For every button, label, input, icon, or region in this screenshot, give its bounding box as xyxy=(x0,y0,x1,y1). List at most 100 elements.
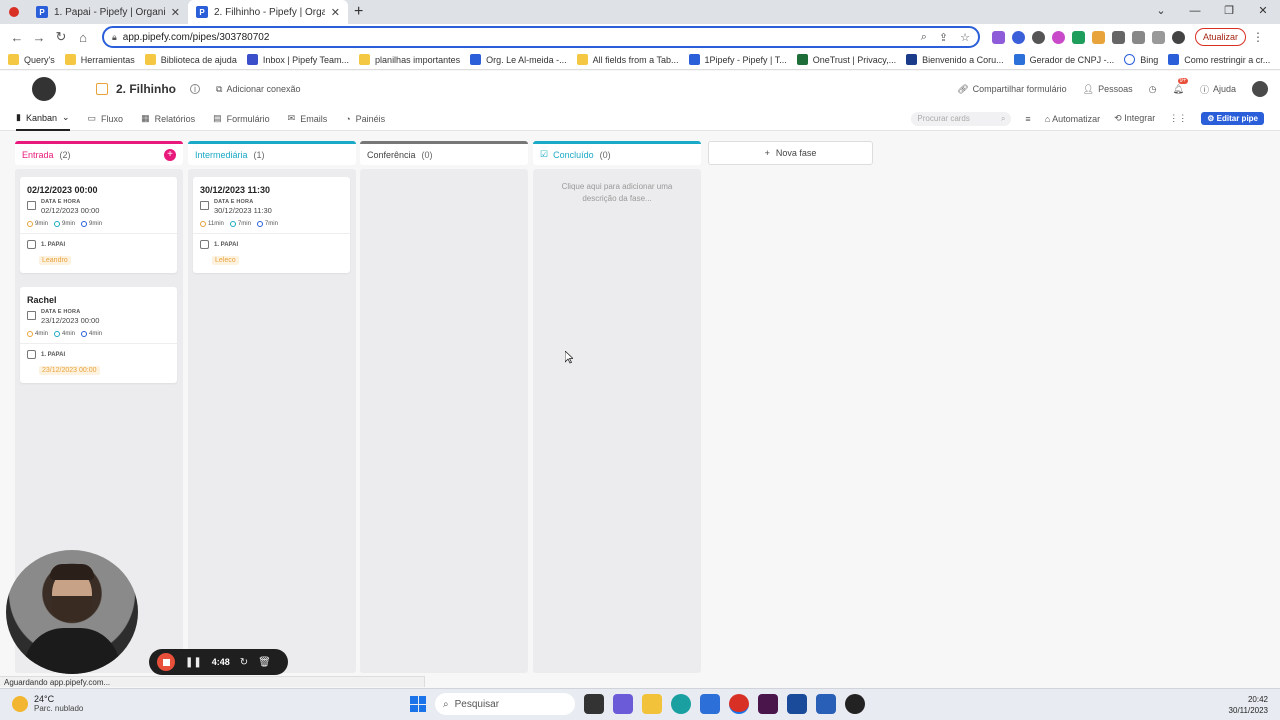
close-tab-icon[interactable]: ✕ xyxy=(331,6,340,19)
card[interactable]: 30/12/2023 11:30 DATA E HORA 30/12/2023 1… xyxy=(193,177,350,273)
shield-app-icon[interactable] xyxy=(787,694,807,714)
chrome-icon[interactable] xyxy=(729,694,749,714)
tab-form[interactable]: ▤ Formulário xyxy=(213,107,270,131)
integrate-button[interactable]: ⟲ Integrar xyxy=(1114,113,1155,124)
add-card-button[interactable]: + xyxy=(164,148,176,161)
weather-widget[interactable]: 24°C Parc. nublado xyxy=(12,694,83,713)
browser-menu-icon[interactable]: ⋮ xyxy=(1252,30,1264,44)
bookmark-item[interactable]: 1Pipefy - Pipefy | T... xyxy=(688,54,787,65)
maximize-button[interactable]: ❐ xyxy=(1212,0,1246,24)
delete-recording-button[interactable]: 🗑︎ xyxy=(258,657,271,668)
update-browser-button[interactable]: Atualizar xyxy=(1195,28,1247,46)
new-tab-button[interactable]: + xyxy=(354,3,363,21)
task-view-icon[interactable] xyxy=(584,694,604,714)
bookmark-item[interactable]: Biblioteca de ajuda xyxy=(144,54,237,65)
bookmark-item[interactable]: Inbox | Pipefy Team... xyxy=(246,54,349,65)
user-avatar[interactable] xyxy=(1252,81,1268,97)
card[interactable]: 02/12/2023 00:00 DATA E HORA 02/12/2023 0… xyxy=(20,177,177,273)
bookmark-item[interactable]: Como restringir a cr... xyxy=(1168,54,1270,65)
pipefy-favicon-icon xyxy=(1168,54,1180,65)
tab-dashboards[interactable]: ◔ Painéis xyxy=(345,107,385,131)
tab-kanban[interactable]: ▮ Kanban ⌄ xyxy=(16,107,70,131)
phase-header[interactable]: Intermediária (1) xyxy=(188,141,356,165)
card[interactable]: Rachel DATA E HORA 23/12/2023 00:00 4min … xyxy=(20,287,177,383)
microsoft-store-icon[interactable] xyxy=(700,694,720,714)
pipe-title[interactable]: 2. Filhinho xyxy=(116,82,176,96)
edit-pipe-button[interactable]: ⚙ Editar pipe xyxy=(1201,112,1264,125)
bookmark-item[interactable]: OneTrust | Privacy,... xyxy=(796,54,896,65)
share-icon[interactable]: ⇪ xyxy=(939,31,948,44)
profile-avatar[interactable] xyxy=(1172,30,1185,44)
connected-card-tag[interactable]: Leleco xyxy=(212,256,239,265)
media-controls-icon[interactable] xyxy=(1132,30,1145,44)
share-form-button[interactable]: 🔗︎ Compartilhar formulário xyxy=(957,84,1066,95)
bookmark-item[interactable]: planilhas importantes xyxy=(359,54,460,65)
connected-card-tag[interactable]: 23/12/2023 00:00 xyxy=(39,366,100,375)
bookmark-item[interactable]: Herramientas xyxy=(64,54,135,65)
connected-card-tag[interactable]: Leandro xyxy=(39,256,71,265)
connection-field: 1. PAPAI xyxy=(20,234,177,251)
people-button[interactable]: 👤︎ Pessoas xyxy=(1083,84,1133,95)
edge-browser-icon[interactable] xyxy=(671,694,691,714)
add-connection-button[interactable]: ⧉ Adicionar conexão xyxy=(216,84,301,95)
restart-button[interactable]: ↻ xyxy=(240,657,248,668)
notes-app-icon[interactable] xyxy=(816,694,836,714)
back-button[interactable]: ← xyxy=(6,30,28,45)
phase-header[interactable]: Conferência (0) xyxy=(360,141,528,165)
windows-start-icon[interactable] xyxy=(410,696,426,712)
notifications-button[interactable]: 🔔︎ 9+ xyxy=(1173,77,1189,95)
extension-lock-icon[interactable] xyxy=(1092,30,1105,44)
apps-grid-icon[interactable]: ⋮⋮ xyxy=(1169,113,1187,124)
extension-sheet-icon[interactable] xyxy=(1072,30,1085,44)
stop-recording-button[interactable] xyxy=(157,653,175,671)
extensions-puzzle-icon[interactable] xyxy=(1112,30,1125,44)
phase-description-placeholder[interactable]: Clique aqui para adicionar uma descrição… xyxy=(533,181,701,205)
field-value: 30/12/2023 11:30 xyxy=(214,206,272,215)
new-phase-button[interactable]: + Nova fase xyxy=(708,141,873,165)
file-explorer-icon[interactable] xyxy=(642,694,662,714)
url-field[interactable]: 🔒︎ app.pipefy.com/pipes/303780702 ⌕ ⇪ ☆ xyxy=(102,26,980,48)
taskbar-search[interactable]: ⌕ Pesquisar xyxy=(435,693,575,715)
media-player-icon[interactable] xyxy=(845,694,865,714)
extension-timer-icon[interactable] xyxy=(1032,30,1045,44)
bookmark-item[interactable]: Gerador de CNPJ -... xyxy=(1013,54,1114,65)
close-window-button[interactable]: ✕ xyxy=(1246,0,1280,24)
pipefy-logo[interactable] xyxy=(32,77,56,101)
tab-reports[interactable]: ▦ Relatórios xyxy=(141,107,195,131)
bookmark-item[interactable]: Query's xyxy=(8,54,55,65)
phase-header[interactable]: ☑ Concluído (0) xyxy=(533,141,701,165)
phase-header[interactable]: Entrada (2) + xyxy=(15,141,183,165)
zoom-search-icon[interactable]: ⌕ xyxy=(921,31,927,44)
help-button[interactable]: ⓘ Ajuda xyxy=(1200,83,1236,96)
bookmark-item[interactable]: Bienvenido a Coru... xyxy=(906,54,1004,65)
teams-chat-icon[interactable] xyxy=(613,694,633,714)
automate-button[interactable]: ⌂ Automatizar xyxy=(1045,114,1100,124)
bookmark-item[interactable]: Bing xyxy=(1124,54,1158,65)
reload-button[interactable]: ↻ xyxy=(50,29,72,45)
bookmark-item[interactable]: All fields from a Tab... xyxy=(576,54,679,65)
browser-tab-1[interactable]: P 1. Papai - Pipefy | Organizar os p ✕ xyxy=(28,0,188,24)
bookmark-item[interactable]: Org. Le Al-meida -... xyxy=(470,54,567,65)
search-cards-input[interactable]: Procurar cards ⌕ xyxy=(911,111,1012,126)
info-icon[interactable]: i xyxy=(190,84,200,94)
forward-button[interactable]: → xyxy=(28,30,50,45)
minimize-button[interactable]: — xyxy=(1178,0,1212,24)
tab-flow[interactable]: ▭ Fluxo xyxy=(88,107,124,131)
browser-tab-2[interactable]: P 2. Filhinho - Pipefy | Organizar o ✕ xyxy=(188,0,348,24)
extension-pen-icon[interactable] xyxy=(992,30,1005,44)
tab-search-icon[interactable]: ⌄ xyxy=(1144,0,1178,24)
slack-icon[interactable] xyxy=(758,694,778,714)
system-clock[interactable]: 20:42 30/11/2023 xyxy=(1229,694,1268,716)
tab-emails[interactable]: ✉ Emails xyxy=(288,107,328,131)
connection-label: 1. PAPAI xyxy=(41,351,66,358)
close-tab-icon[interactable]: ✕ xyxy=(171,6,180,19)
lock-icon[interactable]: 🔒︎ xyxy=(112,32,117,43)
pause-button[interactable]: ❚❚ xyxy=(185,657,202,668)
home-button[interactable]: ⌂ xyxy=(72,30,94,45)
extension-gear-icon[interactable] xyxy=(1052,30,1065,44)
extension-z-icon[interactable] xyxy=(1012,30,1025,44)
history-button[interactable]: ◷ xyxy=(1149,84,1157,95)
bookmark-star-icon[interactable]: ☆ xyxy=(960,31,970,44)
side-panel-icon[interactable] xyxy=(1152,30,1165,44)
filter-icon[interactable]: ≡ xyxy=(1025,114,1030,124)
